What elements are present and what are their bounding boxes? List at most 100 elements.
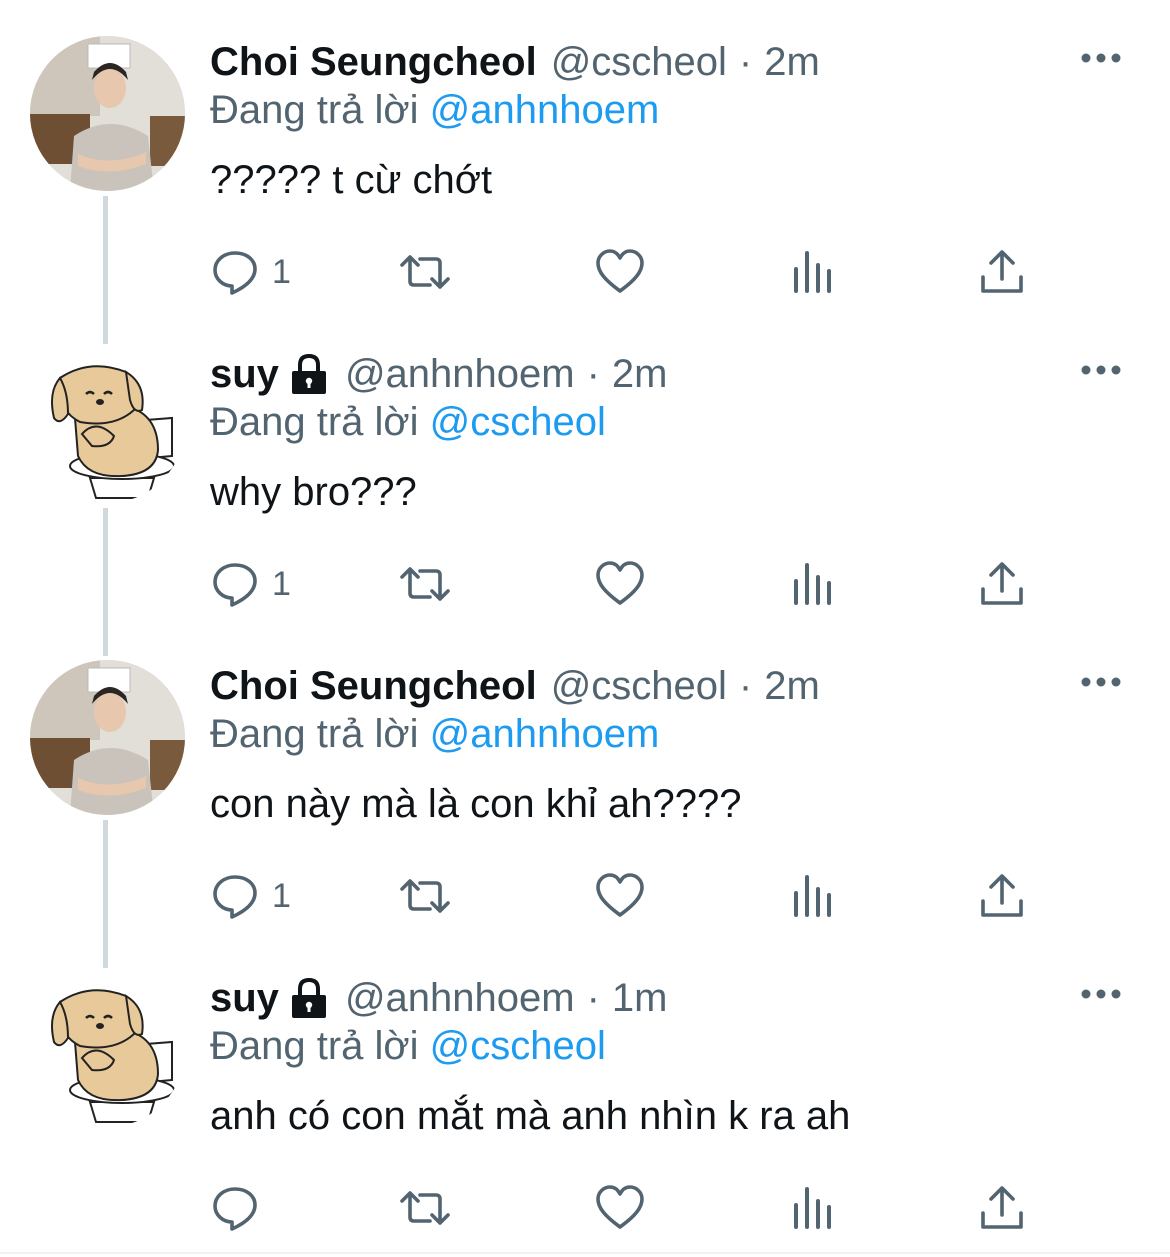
like-button[interactable] xyxy=(595,868,645,924)
analytics-button[interactable] xyxy=(787,868,837,924)
retweet-icon xyxy=(400,559,450,609)
analytics-bars-icon xyxy=(787,247,837,297)
avatar[interactable] xyxy=(30,348,185,503)
replying-to: Đang trả lời @anhnhoem xyxy=(210,712,1130,764)
replying-to: Đang trả lời @anhnhoem xyxy=(210,88,1130,140)
heart-icon xyxy=(595,871,645,921)
retweet-button[interactable] xyxy=(400,868,450,924)
retweet-icon xyxy=(400,871,450,921)
avatar[interactable] xyxy=(30,972,185,1127)
tweet-content: suy @anhnhoem · 2m Đang trả lời @cscheol… xyxy=(210,348,1130,515)
avatar[interactable] xyxy=(30,36,185,191)
display-name[interactable]: Choi Seungcheol xyxy=(210,664,537,709)
tweet-actions: 1 xyxy=(0,244,1023,300)
tweet-text: anh có con mắt mà anh nhìn k ra ah xyxy=(210,1094,851,1138)
share-button[interactable] xyxy=(977,868,1027,924)
avatar[interactable] xyxy=(30,660,185,815)
reply-count: 1 xyxy=(272,564,291,603)
timestamp[interactable]: 2m xyxy=(612,352,668,397)
user-handle[interactable]: @anhnhoem xyxy=(345,352,575,397)
reply-count: 1 xyxy=(272,876,291,915)
tweet-header: Choi Seungcheol @cscheol · 2m xyxy=(210,36,1130,88)
tweet-text: why bro??? xyxy=(210,470,417,514)
share-upload-icon xyxy=(977,871,1027,921)
user-handle[interactable]: @cscheol xyxy=(551,40,727,85)
lock-icon xyxy=(287,976,331,1020)
analytics-bars-icon xyxy=(787,1183,837,1233)
tweet-header: suy @anhnhoem · 1m xyxy=(210,972,1130,1024)
tweet-content: Choi Seungcheol @cscheol · 2m Đang trả l… xyxy=(210,660,1130,827)
share-button[interactable] xyxy=(977,1180,1027,1236)
replying-to-mention[interactable]: @cscheol xyxy=(430,400,606,444)
retweet-button[interactable] xyxy=(400,244,450,300)
separator-dot: · xyxy=(738,39,753,84)
timestamp[interactable]: 2m xyxy=(764,40,820,85)
reply-bubble-icon xyxy=(210,1183,260,1233)
reply-bubble-icon xyxy=(210,559,260,609)
replying-to-label: Đang trả lời xyxy=(210,88,419,132)
like-button[interactable] xyxy=(595,244,645,300)
more-dots-icon[interactable] xyxy=(1076,350,1126,390)
dog-cartoon xyxy=(30,972,185,1127)
replying-to-mention[interactable]: @anhnhoem xyxy=(430,88,660,132)
tweet-actions xyxy=(0,1180,1023,1236)
retweet-button[interactable] xyxy=(400,1180,450,1236)
tweet-actions: 1 xyxy=(0,556,1023,612)
share-upload-icon xyxy=(977,559,1027,609)
reply-bubble-icon xyxy=(210,247,260,297)
reply-count: 1 xyxy=(272,252,291,291)
analytics-button[interactable] xyxy=(787,1180,837,1236)
replying-to: Đang trả lời @cscheol xyxy=(210,1024,1130,1076)
timestamp[interactable]: 1m xyxy=(612,976,668,1021)
reply-thread: Choi Seungcheol @cscheol · 2m Đang trả l… xyxy=(0,0,1170,1257)
reply-button[interactable]: 1 xyxy=(210,556,291,612)
analytics-button[interactable] xyxy=(787,244,837,300)
timestamp[interactable]: 2m xyxy=(764,664,820,709)
analytics-button[interactable] xyxy=(787,556,837,612)
tweet-text: con này mà là con khỉ ah???? xyxy=(210,782,742,826)
replying-to-mention[interactable]: @anhnhoem xyxy=(430,712,660,756)
more-dots-icon[interactable] xyxy=(1076,974,1126,1014)
share-upload-icon xyxy=(977,247,1027,297)
more-dots-icon[interactable] xyxy=(1076,38,1126,78)
retweet-icon xyxy=(400,247,450,297)
replying-to-label: Đang trả lời xyxy=(210,712,419,756)
divider xyxy=(0,1252,1170,1254)
analytics-bars-icon xyxy=(787,871,837,921)
display-name[interactable]: suy xyxy=(210,976,279,1021)
more-dots-icon[interactable] xyxy=(1076,662,1126,702)
reply-bubble-icon xyxy=(210,871,260,921)
lock-icon xyxy=(287,352,331,396)
replying-to-label: Đang trả lời xyxy=(210,400,419,444)
display-name[interactable]: Choi Seungcheol xyxy=(210,40,537,85)
reply-button[interactable]: 1 xyxy=(210,868,291,924)
separator-dot: · xyxy=(586,975,600,1020)
user-handle[interactable]: @anhnhoem xyxy=(345,976,575,1021)
heart-icon xyxy=(595,559,645,609)
replying-to-mention[interactable]: @cscheol xyxy=(430,1024,606,1068)
tweet-header: suy @anhnhoem · 2m xyxy=(210,348,1130,400)
display-name[interactable]: suy xyxy=(210,352,279,397)
retweet-button[interactable] xyxy=(400,556,450,612)
reply-button[interactable] xyxy=(210,1180,272,1236)
user-handle[interactable]: @cscheol xyxy=(551,664,727,709)
profile-photo xyxy=(30,36,185,191)
tweet-content: suy @anhnhoem · 1m Đang trả lời @cscheol… xyxy=(210,972,1130,1139)
reply-button[interactable]: 1 xyxy=(210,244,291,300)
share-upload-icon xyxy=(977,1183,1027,1233)
share-button[interactable] xyxy=(977,556,1027,612)
heart-icon xyxy=(595,1183,645,1233)
tweet-actions: 1 xyxy=(0,868,1023,924)
separator-dot: · xyxy=(586,351,600,396)
tweet-header: Choi Seungcheol @cscheol · 2m xyxy=(210,660,1130,712)
retweet-icon xyxy=(400,1183,450,1233)
replying-to-label: Đang trả lời xyxy=(210,1024,419,1068)
replying-to: Đang trả lời @cscheol xyxy=(210,400,1130,452)
like-button[interactable] xyxy=(595,1180,645,1236)
heart-icon xyxy=(595,247,645,297)
share-button[interactable] xyxy=(977,244,1027,300)
separator-dot: · xyxy=(738,663,753,708)
tweet-content: Choi Seungcheol @cscheol · 2m Đang trả l… xyxy=(210,36,1130,203)
like-button[interactable] xyxy=(595,556,645,612)
profile-photo xyxy=(30,660,185,815)
